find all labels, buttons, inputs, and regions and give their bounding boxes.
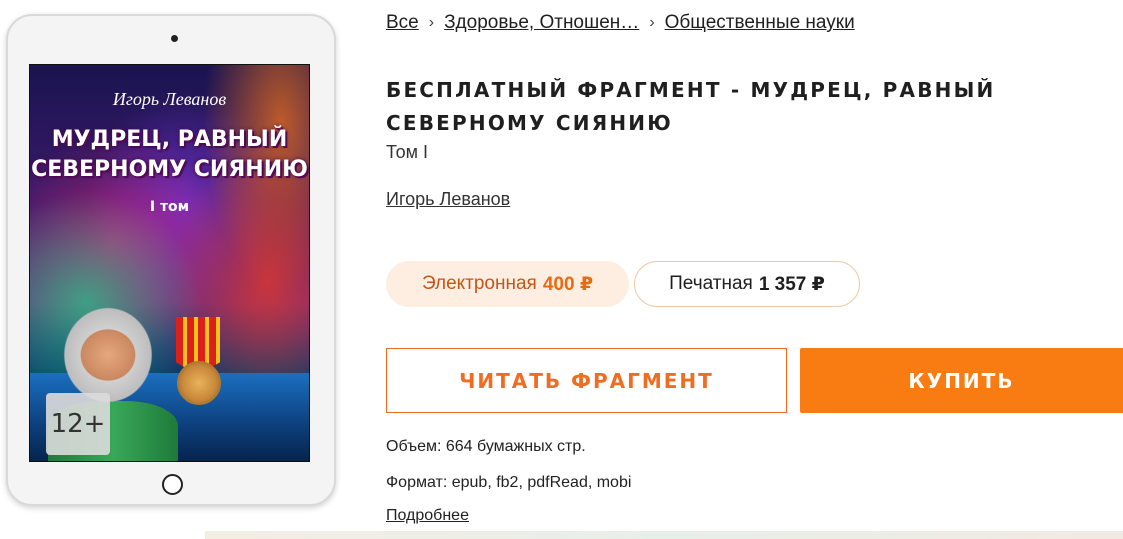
read-fragment-button[interactable]: ЧИТАТЬ ФРАГМЕНТ [386, 348, 787, 413]
medal-icon [177, 361, 221, 405]
format-print-option[interactable]: Печатная 1 357 ₽ [634, 261, 860, 307]
buy-button[interactable]: КУПИТЬ [800, 348, 1123, 413]
breadcrumb-item-social-sciences[interactable]: Общественные науки [665, 12, 855, 34]
breadcrumb-separator-icon: › [428, 14, 435, 31]
format-ebook-option[interactable]: Электронная 400 ₽ [386, 261, 629, 307]
tablet-mockup: Игорь Леванов МУДРЕЦ, РАВНЫЙ СЕВЕРНОМУ С… [6, 14, 336, 506]
file-formats: Формат: epub, fb2, pdfRead, mobi [386, 474, 632, 491]
cover-volume: I том [149, 199, 190, 215]
format-ebook-price: 400 ₽ [542, 273, 594, 295]
breadcrumb-separator-icon: › [649, 14, 655, 31]
format-print-label: Печатная [669, 273, 753, 294]
cover-title: МУДРЕЦ, РАВНЫЙ СЕВЕРНОМУ СИЯНИЮ [30, 125, 309, 185]
cover-author: Игорь Леванов [112, 89, 227, 109]
book-title: БЕСПЛАТНЫЙ ФРАГМЕНТ - МУДРЕЦ, РАВНЫЙ СЕВ… [386, 78, 996, 135]
breadcrumb: Все › Здоровье, Отношен… › Общественные … [386, 12, 855, 34]
bottom-banner-edge [205, 531, 1123, 539]
cover-title-line2: СЕВЕРНОМУ СИЯНИЮ [31, 157, 308, 182]
page-count: Объем: 664 бумажных стр. [386, 438, 586, 455]
tablet-camera [171, 35, 178, 42]
more-details-link[interactable]: Подробнее [386, 507, 469, 525]
book-cover[interactable]: Игорь Леванов МУДРЕЦ, РАВНЫЙ СЕВЕРНОМУ С… [29, 64, 310, 462]
age-rating-badge: 12+ [46, 393, 110, 455]
tablet-home-button [162, 474, 183, 495]
format-print-price: 1 357 ₽ [758, 273, 825, 295]
author-link[interactable]: Игорь Леванов [386, 189, 510, 210]
format-ebook-label: Электронная [421, 273, 537, 294]
breadcrumb-item-health[interactable]: Здоровье, Отношен… [444, 12, 639, 34]
breadcrumb-item-all[interactable]: Все [386, 12, 419, 34]
cover-title-line1: МУДРЕЦ, РАВНЫЙ [51, 127, 288, 152]
book-volume: Том I [386, 142, 428, 162]
